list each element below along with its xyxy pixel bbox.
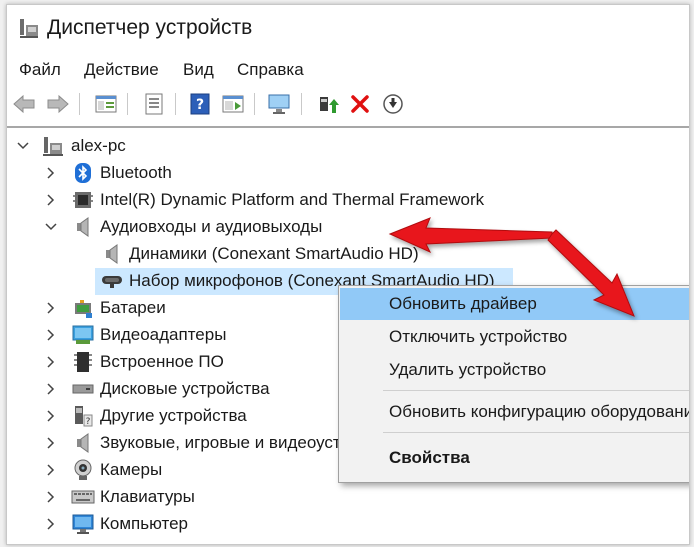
tree-item-keyboards[interactable]: Клавиатуры [7, 484, 689, 511]
computer-tower-icon [41, 135, 65, 157]
battery-icon [71, 297, 95, 319]
device-manager-window: Диспетчер устройств Файл Действие Вид Сп… [6, 4, 690, 545]
context-item-label: Отключить устройство [389, 327, 568, 346]
speaker-icon [100, 243, 124, 265]
chevron-right-icon[interactable] [45, 166, 57, 180]
title-bar: Диспетчер устройств [7, 5, 689, 51]
tree-item-label: Intel(R) Dynamic Platform and Thermal Fr… [100, 190, 485, 209]
speaker-icon [71, 432, 95, 454]
menu-file[interactable]: Файл [19, 60, 61, 80]
device-manager-icon [19, 17, 39, 39]
firmware-icon [71, 351, 95, 373]
chevron-right-icon[interactable] [45, 436, 57, 450]
menu-bar: Файл Действие Вид Справка [7, 57, 689, 83]
toolbar: ? [7, 89, 689, 119]
context-menu: Обновить драйвер Отключить устройство Уд… [338, 285, 690, 483]
chevron-right-icon[interactable] [45, 301, 57, 315]
other-device-icon: ? [71, 405, 95, 427]
toolbar-divider [7, 126, 689, 128]
chevron-down-icon[interactable] [17, 139, 29, 153]
svg-text:?: ? [86, 417, 91, 427]
context-separator [383, 432, 689, 433]
context-properties[interactable]: Свойства [340, 442, 689, 474]
scan-hardware-icon[interactable] [266, 91, 292, 117]
window-title: Диспетчер устройств [47, 16, 253, 39]
menu-help[interactable]: Справка [237, 60, 304, 80]
tree-item-computer[interactable]: Компьютер [7, 511, 689, 538]
forward-icon[interactable] [45, 91, 71, 117]
display-adapter-icon [71, 324, 95, 346]
tree-item-label: Аудиовходы и аудиовыходы [100, 217, 323, 236]
chevron-down-icon[interactable] [45, 220, 57, 234]
bluetooth-icon [71, 162, 95, 184]
tree-root[interactable]: alex-pc [7, 133, 689, 160]
show-hide-console-tree-icon[interactable] [93, 91, 119, 117]
uninstall-icon[interactable] [347, 91, 373, 117]
tree-root-label: alex-pc [71, 136, 126, 155]
tree-item-audio-io[interactable]: Аудиовходы и аудиовыходы [7, 214, 689, 241]
back-icon[interactable] [11, 91, 37, 117]
tree-item-label: Батареи [100, 298, 166, 317]
chevron-right-icon[interactable] [45, 463, 57, 477]
menu-action[interactable]: Действие [84, 60, 159, 80]
computer-icon [71, 513, 95, 535]
tree-item-bluetooth[interactable]: Bluetooth [7, 160, 689, 187]
context-separator [383, 390, 689, 391]
tree-item-label: Видеоадаптеры [100, 325, 227, 344]
update-driver-icon[interactable] [315, 91, 341, 117]
tree-item-label: Дисковые устройства [100, 379, 270, 398]
tree-item-intel-dptf[interactable]: Intel(R) Dynamic Platform and Thermal Fr… [7, 187, 689, 214]
chevron-right-icon[interactable] [45, 328, 57, 342]
tree-item-label: Динамики (Conexant SmartAudio HD) [129, 244, 419, 263]
chevron-right-icon[interactable] [45, 355, 57, 369]
context-disable-device[interactable]: Отключить устройство [340, 321, 689, 353]
tree-item-label: Клавиатуры [100, 487, 195, 506]
chevron-right-icon[interactable] [45, 409, 57, 423]
tree-item-label: Компьютер [100, 514, 188, 533]
chevron-right-icon[interactable] [45, 193, 57, 207]
chevron-right-icon[interactable] [45, 382, 57, 396]
tree-item-label: Другие устройства [100, 406, 247, 425]
menu-view[interactable]: Вид [183, 60, 214, 80]
tree-item-label: Bluetooth [100, 163, 172, 182]
tree-item-label: Встроенное ПО [100, 352, 224, 371]
context-update-driver[interactable]: Обновить драйвер [340, 288, 689, 320]
tree-item-label: Камеры [100, 460, 163, 479]
disk-icon [71, 378, 95, 400]
chip-icon [71, 189, 95, 211]
camera-icon [71, 459, 95, 481]
context-uninstall-device[interactable]: Удалить устройство [340, 354, 689, 386]
context-item-label: Свойства [389, 448, 470, 467]
disable-device-icon[interactable] [380, 91, 406, 117]
keyboard-icon [71, 486, 95, 508]
context-item-label: Обновить конфигурацию оборудования [389, 402, 690, 421]
context-item-label: Обновить драйвер [389, 294, 537, 313]
action-pane-icon[interactable] [220, 91, 246, 117]
chevron-right-icon[interactable] [45, 490, 57, 504]
tree-item-speakers[interactable]: Динамики (Conexant SmartAudio HD) [7, 241, 689, 268]
context-item-label: Удалить устройство [389, 360, 547, 379]
microphone-icon [100, 270, 124, 292]
speaker-icon [71, 216, 95, 238]
help-icon[interactable]: ? [187, 91, 213, 117]
chevron-right-icon[interactable] [45, 517, 57, 531]
svg-text:?: ? [196, 97, 204, 113]
context-scan-hardware[interactable]: Обновить конфигурацию оборудования [340, 396, 690, 428]
properties-icon[interactable] [141, 91, 167, 117]
